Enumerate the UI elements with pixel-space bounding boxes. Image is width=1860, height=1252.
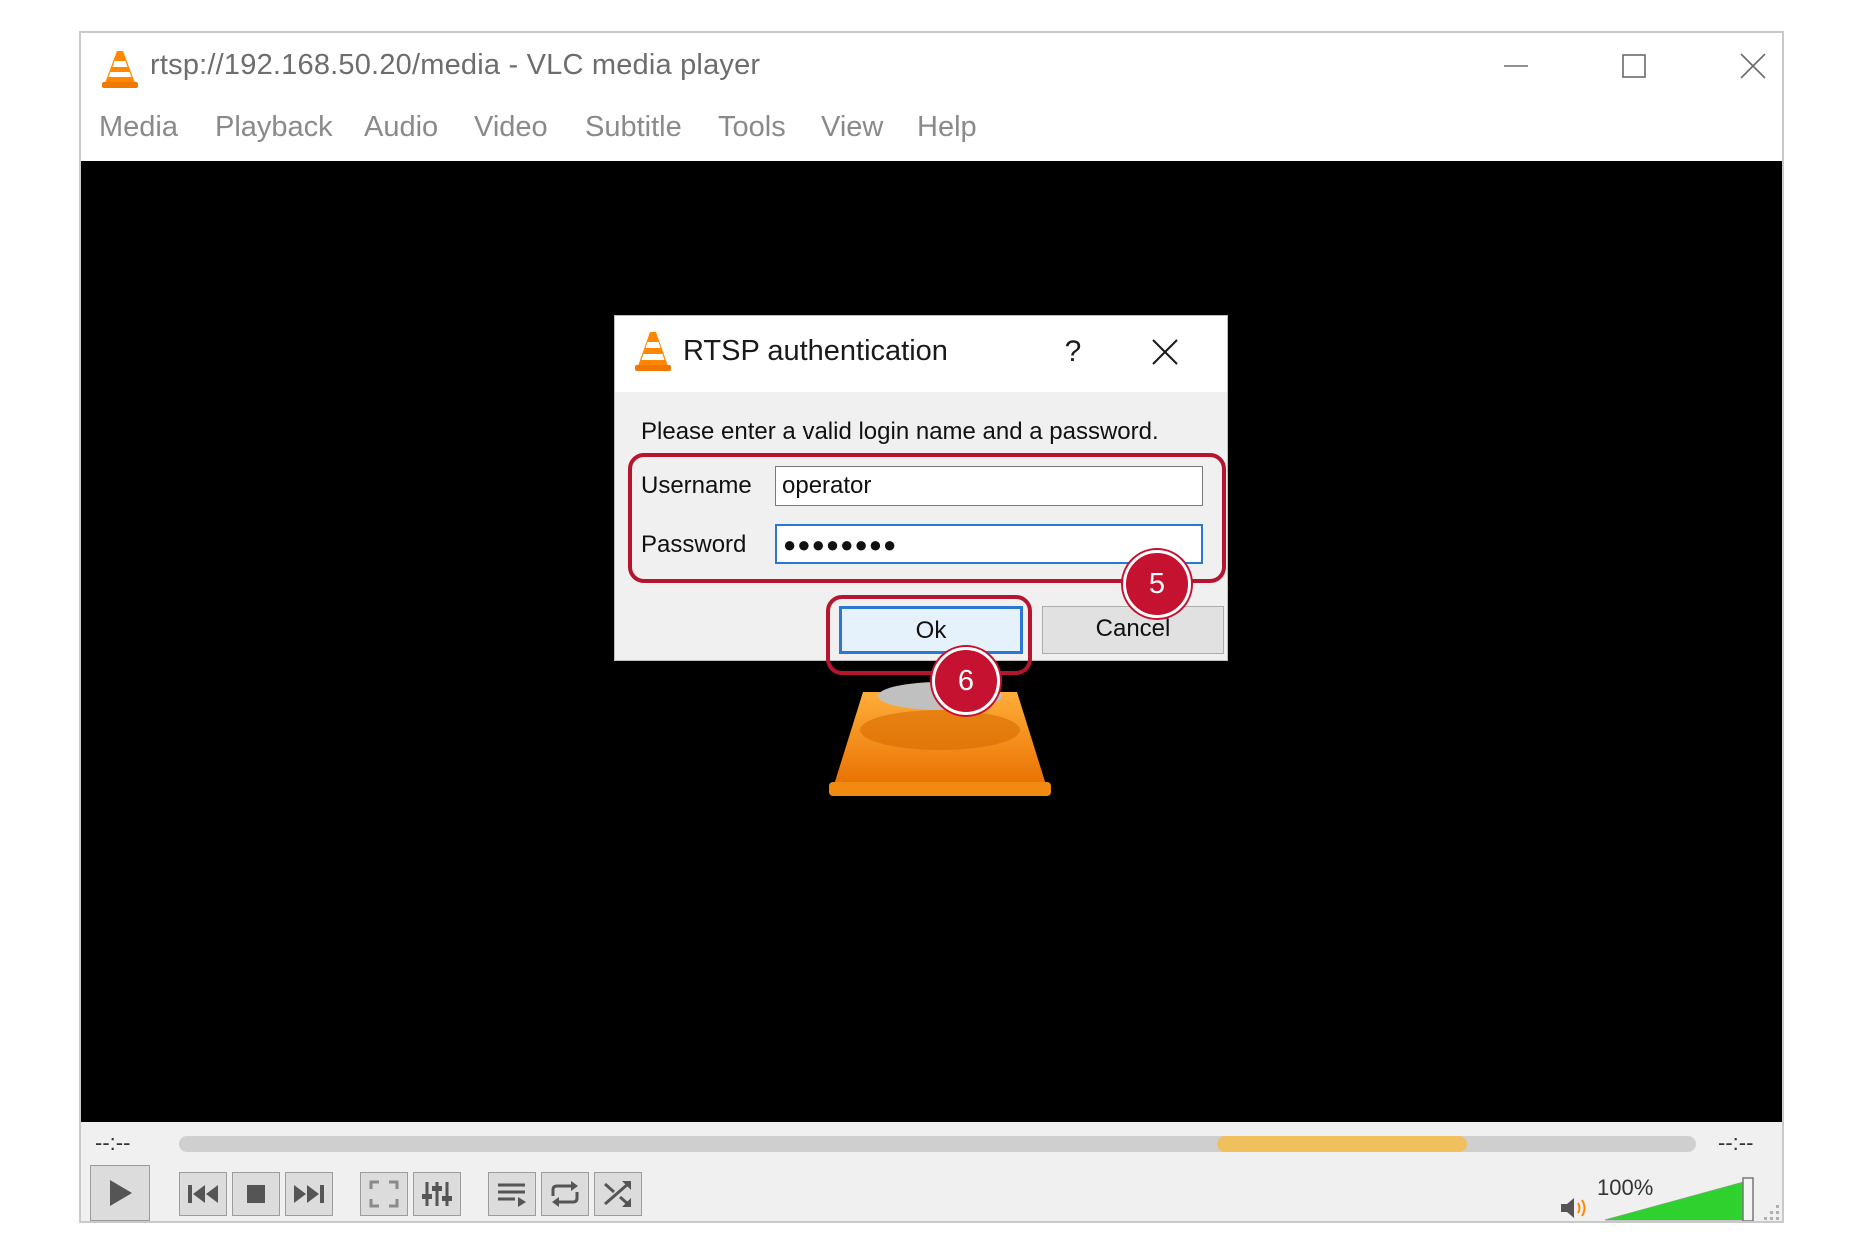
- stop-button[interactable]: [232, 1172, 280, 1216]
- window-title: rtsp://192.168.50.20/media - VLC media p…: [150, 49, 761, 81]
- next-icon: [294, 1185, 324, 1203]
- play-button[interactable]: [90, 1165, 150, 1221]
- maximize-button[interactable]: [1579, 39, 1689, 93]
- seek-slider[interactable]: [179, 1136, 1696, 1152]
- dialog-close-button[interactable]: [1135, 328, 1195, 376]
- dialog-message: Please enter a valid login name and a pa…: [641, 418, 1159, 445]
- menu-media[interactable]: Media: [99, 111, 178, 144]
- control-bar: --:-- --:-- 100%: [81, 1122, 1782, 1222]
- menu-audio[interactable]: Audio: [364, 111, 438, 144]
- step-6-badge: 6: [932, 647, 1000, 715]
- fullscreen-button[interactable]: [360, 1172, 408, 1216]
- menu-video[interactable]: Video: [474, 111, 548, 144]
- step-5-badge: 5: [1123, 550, 1191, 618]
- seek-buffer: [1217, 1136, 1467, 1152]
- close-icon: [1152, 339, 1178, 365]
- vlc-cone-icon: [102, 51, 138, 88]
- loop-icon: [551, 1181, 579, 1207]
- maximize-icon: [1622, 54, 1646, 78]
- elapsed-time: --:--: [95, 1130, 131, 1155]
- menu-subtitle[interactable]: Subtitle: [585, 111, 682, 144]
- shuffle-icon: [604, 1181, 631, 1207]
- stop-icon: [247, 1185, 265, 1203]
- playlist-icon: [498, 1183, 526, 1207]
- menu-help[interactable]: Help: [917, 111, 977, 144]
- playlist-button[interactable]: [488, 1172, 536, 1216]
- menu-playback[interactable]: Playback: [215, 111, 333, 144]
- shuffle-button[interactable]: [594, 1172, 642, 1216]
- minimize-button[interactable]: [1461, 39, 1571, 93]
- help-button[interactable]: ?: [1043, 330, 1103, 374]
- close-icon: [1740, 53, 1766, 79]
- resize-grip-icon[interactable]: [1761, 1202, 1781, 1222]
- dialog-title-bar[interactable]: RTSP authentication ?: [615, 316, 1227, 392]
- menu-bar: Media Playback Audio Video Subtitle Tool…: [81, 111, 1782, 161]
- minimize-icon: [1504, 65, 1528, 67]
- equalizer-icon: [422, 1182, 452, 1206]
- extended-settings-button[interactable]: [413, 1172, 461, 1216]
- previous-icon: [188, 1185, 218, 1203]
- menu-view[interactable]: View: [821, 111, 883, 144]
- volume-slider[interactable]: [1603, 1176, 1755, 1222]
- close-button[interactable]: [1698, 39, 1782, 93]
- ok-highlight: [826, 595, 1032, 675]
- speaker-icon[interactable]: [1559, 1196, 1589, 1220]
- next-button[interactable]: [285, 1172, 333, 1216]
- play-icon: [110, 1180, 132, 1206]
- title-bar[interactable]: rtsp://192.168.50.20/media - VLC media p…: [81, 33, 1782, 97]
- dialog-title: RTSP authentication: [683, 335, 948, 367]
- loop-button[interactable]: [541, 1172, 589, 1216]
- menu-tools[interactable]: Tools: [718, 111, 786, 144]
- previous-button[interactable]: [179, 1172, 227, 1216]
- vlc-cone-icon: [635, 332, 671, 371]
- remaining-time: --:--: [1718, 1130, 1754, 1155]
- fullscreen-icon: [369, 1180, 399, 1208]
- cancel-button[interactable]: Cancel: [1042, 606, 1224, 654]
